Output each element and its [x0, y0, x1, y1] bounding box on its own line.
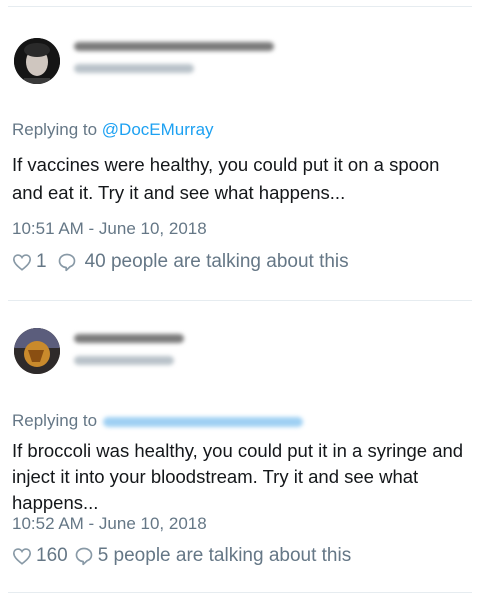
replying-to: Replying to [12, 411, 304, 431]
replying-handle-link-redacted[interactable] [103, 416, 304, 427]
avatar[interactable] [14, 38, 60, 84]
timestamp[interactable]: 10:51 AM - June 10, 2018 [12, 219, 207, 239]
heart-icon[interactable] [12, 547, 32, 565]
username-redacted[interactable] [74, 64, 194, 73]
comment-bubble-icon[interactable] [57, 252, 77, 272]
tweet-1: Replying to @DocEMurray If vaccines were… [0, 0, 480, 300]
avatar-image [14, 328, 60, 374]
like-count: 1 [36, 251, 47, 272]
tweet-text: If broccoli was healthy, you could put i… [12, 440, 464, 513]
replying-handle-link[interactable]: @DocEMurray [102, 120, 214, 139]
display-name-redacted[interactable] [74, 42, 274, 51]
avatar[interactable] [14, 328, 60, 374]
talking-about-link[interactable]: 5 people are talking about this [98, 545, 352, 567]
replying-label: Replying to [12, 120, 98, 139]
heart-icon[interactable] [12, 253, 32, 271]
display-name-redacted[interactable] [74, 334, 184, 343]
tweet-actions: 160 5 people are talking about this [12, 544, 351, 568]
avatar-image [14, 38, 60, 84]
tweet-actions: 1 40 people are talking about this [12, 250, 349, 274]
like-count: 160 [36, 545, 68, 566]
comment-bubble-icon[interactable] [74, 546, 94, 566]
divider-bottom [8, 592, 472, 593]
tweet-2: Replying to If broccoli was healthy, you… [0, 300, 480, 590]
replying-to: Replying to @DocEMurray [12, 120, 214, 140]
talking-about-link[interactable]: 40 people are talking about this [85, 251, 349, 273]
replying-label: Replying to [12, 411, 98, 430]
timestamp[interactable]: 10:52 AM - June 10, 2018 [12, 514, 207, 534]
tweet-text: If vaccines were healthy, you could put … [12, 154, 440, 203]
username-redacted[interactable] [74, 356, 174, 365]
